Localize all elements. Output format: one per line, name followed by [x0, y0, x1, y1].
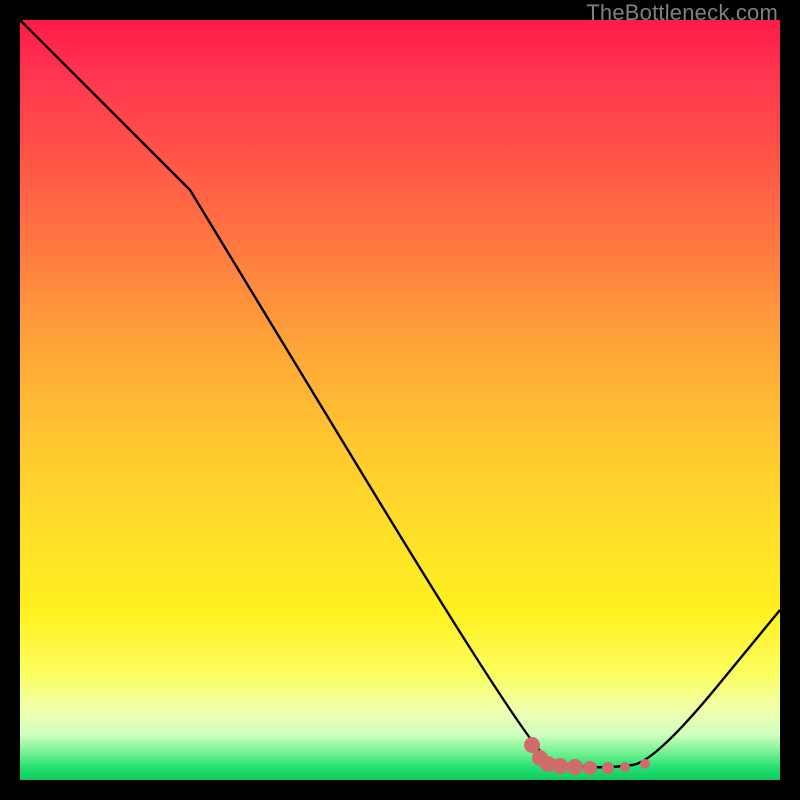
chart-background-gradient [20, 20, 780, 780]
chart-frame [20, 20, 780, 780]
